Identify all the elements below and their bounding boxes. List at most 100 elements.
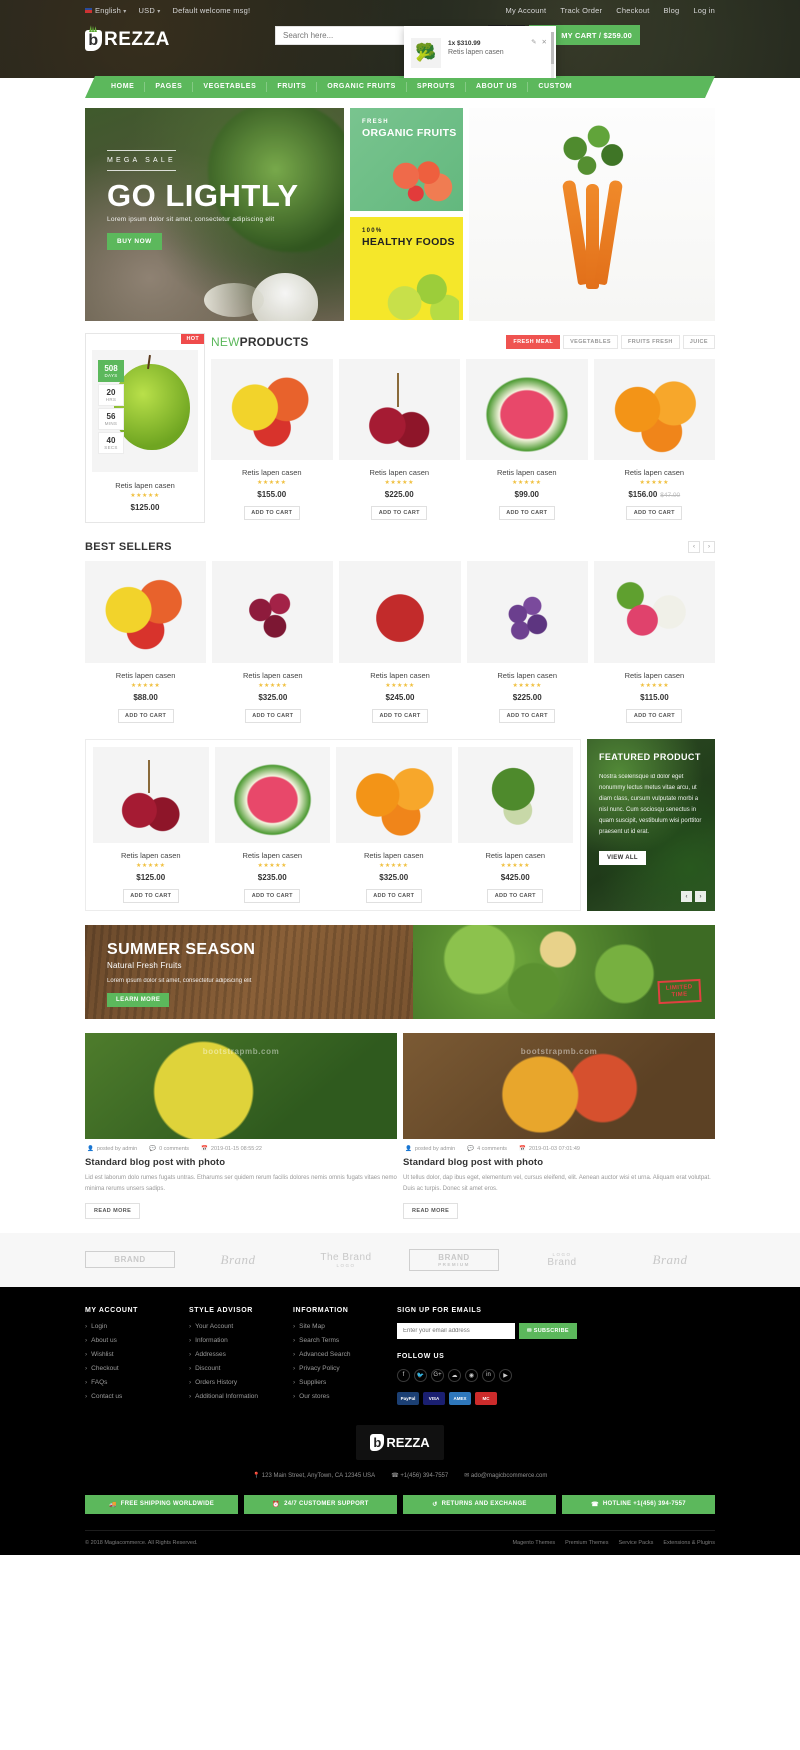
footer-link[interactable]: Privacy Policy	[293, 1365, 397, 1372]
link-track-order[interactable]: Track Order	[560, 6, 602, 15]
bottom-link-extensions[interactable]: Extensions & Plugins	[663, 1540, 715, 1546]
footer-link[interactable]: Site Map	[293, 1323, 397, 1330]
promo-organic-fruits[interactable]: FRESH ORGANIC FRUITS	[350, 108, 463, 211]
language-selector[interactable]: English ▾	[85, 6, 127, 15]
add-to-cart-button[interactable]: ADD TO CART	[244, 709, 301, 723]
nav-item-custom[interactable]: CUSTOM	[528, 82, 582, 92]
newsletter-email-input[interactable]	[397, 1322, 515, 1339]
add-to-cart-button[interactable]: ADD TO CART	[372, 709, 428, 723]
promo-healthy-foods[interactable]: 100% HEALTHY FOODS	[350, 217, 463, 320]
blog-title[interactable]: Standard blog post with photo	[403, 1157, 715, 1168]
add-to-cart-button[interactable]: ADD TO CART	[122, 889, 179, 903]
footer-link[interactable]: Search Terms	[293, 1337, 397, 1344]
add-to-cart-button[interactable]: ADD TO CART	[498, 506, 555, 520]
add-to-cart-button[interactable]: ADD TO CART	[243, 506, 300, 520]
link-blog[interactable]: Blog	[664, 6, 680, 15]
bottom-link-premium-themes[interactable]: Premium Themes	[565, 1540, 608, 1546]
read-more-button[interactable]: READ MORE	[403, 1202, 459, 1219]
footer-link[interactable]: Information	[189, 1337, 293, 1344]
cart-dropdown[interactable]: 🥦 1x $310.99 Retis lapen casen ✎ ✕ 🍊 1x …	[404, 26, 556, 78]
add-to-cart-button[interactable]: ADD TO CART	[626, 709, 683, 723]
product-card[interactable]: HOT Retis lapen casen ★★★★★ $125.00 ADD …	[93, 747, 209, 903]
summer-season-banner[interactable]: SUMMER SEASON Natural Fresh Fruits Lorem…	[85, 925, 715, 1019]
blog-image[interactable]: bootstrapmb.com	[85, 1033, 397, 1139]
google-plus-icon[interactable]: G+	[431, 1368, 444, 1382]
product-card[interactable]: Retis lapen casen ★★★★★ $245.00 ADD TO C…	[339, 561, 461, 723]
footer-link[interactable]: Contact us	[85, 1393, 189, 1400]
read-more-button[interactable]: READ MORE	[85, 1202, 141, 1219]
product-card[interactable]: NEW Retis lapen casen ★★★★★ $425.00 ADD …	[457, 747, 573, 903]
product-card[interactable]: NEW Retis lapen casen ★★★★★ $156.00$47.0…	[593, 359, 715, 520]
product-card[interactable]: NEW Retis lapen casen ★★★★★ $225.00 ADD …	[466, 561, 588, 723]
blog-image[interactable]: bootstrapmb.com	[403, 1033, 715, 1139]
footer-link[interactable]: Login	[85, 1323, 189, 1330]
linkedin-icon[interactable]: in	[482, 1368, 495, 1382]
site-logo[interactable]: b REZZA	[85, 29, 170, 52]
nav-item-about-us[interactable]: ABOUT US	[466, 82, 528, 92]
nav-item-organic-fruits[interactable]: ORGANIC FRUITS	[317, 82, 407, 92]
brand-logo[interactable]: BRAND	[85, 1251, 175, 1269]
remove-icon[interactable]: ✕	[542, 38, 547, 46]
nav-item-home[interactable]: HOME	[101, 82, 145, 92]
product-card[interactable]: NEW Retis lapen casen ★★★★★ $88.00 ADD T…	[85, 561, 207, 723]
service-free-shipping[interactable]: 🚚 FREE SHIPPING WORLDWIDE	[85, 1494, 238, 1514]
footer-link[interactable]: Checkout	[85, 1365, 189, 1372]
add-to-cart-button[interactable]: ADD TO CART	[371, 506, 428, 520]
tab-vegetables[interactable]: VEGETABLES	[563, 335, 618, 349]
blog-title[interactable]: Standard blog post with photo	[85, 1157, 397, 1168]
add-to-cart-button[interactable]: ADD TO CART	[365, 889, 422, 903]
brand-logo[interactable]: Brand	[625, 1252, 715, 1268]
twitter-icon[interactable]: 🐦	[414, 1368, 427, 1382]
service-hotline[interactable]: ☎ HOTLINE +1(456) 394-7557	[562, 1494, 715, 1514]
add-to-cart-button[interactable]: ADD TO CART	[626, 506, 683, 520]
product-card[interactable]: Retis lapen casen ★★★★★ $155.00 ADD TO C…	[211, 359, 333, 520]
add-to-cart-button[interactable]: ADD TO CART	[117, 709, 174, 723]
footer-link[interactable]: Addresses	[189, 1351, 293, 1358]
edit-icon[interactable]: ✎	[531, 38, 536, 46]
learn-more-button[interactable]: LEARN MORE	[107, 993, 170, 1007]
facebook-icon[interactable]: f	[397, 1368, 410, 1382]
link-login[interactable]: Log in	[693, 6, 715, 15]
brand-logo[interactable]: BRAND PREMIUM	[409, 1248, 499, 1271]
footer-logo[interactable]: b REZZA	[85, 1424, 715, 1460]
brand-logo[interactable]: LOGO Brand	[517, 1252, 607, 1268]
prev-arrow-icon[interactable]: ‹	[681, 891, 692, 902]
footer-link[interactable]: Orders History	[189, 1379, 293, 1386]
subscribe-button[interactable]: ✉ SUBSCRIBE	[519, 1322, 577, 1339]
nav-item-vegetables[interactable]: VEGETABLES	[193, 82, 267, 92]
footer-link[interactable]: Advanced Search	[293, 1351, 397, 1358]
service-returns[interactable]: ↺ RETURNS AND EXCHANGE	[403, 1494, 556, 1514]
tab-fruits-fresh[interactable]: FRUITS FRESH	[620, 335, 680, 349]
deal-of-the-day-card[interactable]: HOT 508 DAYS 20 HRS 56 MINS 40 SECS Reti…	[85, 333, 205, 523]
footer-email[interactable]: ✉ ado@magicbcommerce.com	[464, 1472, 547, 1479]
hero-buy-now-button[interactable]: BUY NOW	[107, 233, 162, 250]
link-my-account[interactable]: My Account	[506, 6, 547, 15]
add-to-cart-button[interactable]: ADD TO CART	[499, 709, 556, 723]
next-arrow-icon[interactable]: ›	[703, 541, 715, 553]
hero-main-banner[interactable]: MEGA SALE GO LIGHTLY Lorem ipsum dolor s…	[85, 108, 344, 321]
bottom-link-service-packs[interactable]: Service Packs	[618, 1540, 653, 1546]
cart-scrollbar[interactable]	[551, 32, 554, 78]
product-card[interactable]: Retis lapen casen ★★★★★ $225.00 ADD TO C…	[338, 359, 460, 520]
view-all-button[interactable]: VIEW ALL	[599, 850, 646, 865]
product-card[interactable]: Retis lapen casen ★★★★★ $115.00 ADD TO C…	[593, 561, 716, 723]
currency-selector[interactable]: USD ▾	[139, 6, 161, 15]
footer-link[interactable]: Discount	[189, 1365, 293, 1372]
rss-icon[interactable]: ☁	[448, 1368, 461, 1382]
nav-item-pages[interactable]: PAGES	[145, 82, 193, 92]
prev-arrow-icon[interactable]: ‹	[688, 541, 700, 553]
tab-juice[interactable]: JUICE	[682, 335, 715, 349]
footer-link[interactable]: Wishlist	[85, 1351, 189, 1358]
brand-logo[interactable]: Brand	[193, 1252, 283, 1268]
footer-link[interactable]: Additional Information	[189, 1393, 293, 1400]
hero-carrot-banner[interactable]	[469, 108, 715, 321]
product-card[interactable]: Retis lapen casen ★★★★★ $99.00 ADD TO CA…	[466, 359, 588, 520]
nav-item-sprouts[interactable]: SPROUTS	[407, 82, 466, 92]
pinterest-icon[interactable]: ◉	[465, 1368, 478, 1382]
nav-item-fruits[interactable]: FRUITS	[267, 82, 317, 92]
product-card[interactable]: Retis lapen casen ★★★★★ $325.00 ADD TO C…	[212, 561, 334, 723]
product-card[interactable]: Retis lapen casen ★★★★★ $325.00 ADD TO C…	[336, 747, 452, 903]
link-checkout[interactable]: Checkout	[616, 6, 649, 15]
youtube-icon[interactable]: ▶	[499, 1368, 512, 1382]
footer-link[interactable]: Your Account	[189, 1323, 293, 1330]
